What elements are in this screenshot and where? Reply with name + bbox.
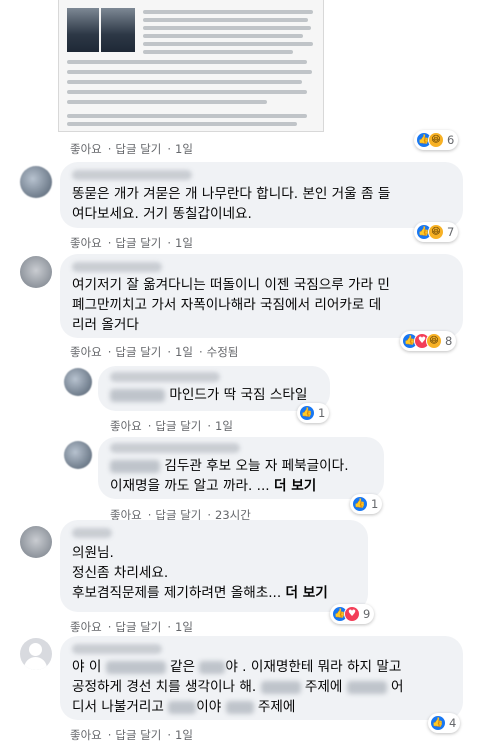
see-more-link[interactable]: 더 보기	[274, 478, 316, 494]
tagged-name-redacted[interactable]	[110, 388, 165, 402]
comment-actions: 좋아요 · 답글 달기 · 1일	[70, 620, 193, 634]
author-name-redacted[interactable]	[72, 262, 162, 272]
redacted-word	[168, 700, 197, 714]
edited-label[interactable]: 수정됨	[207, 345, 239, 359]
haha-reaction-icon: 😆	[426, 333, 442, 349]
shared-post-image[interactable]	[58, 0, 324, 132]
author-name-redacted[interactable]	[110, 443, 240, 453]
comment-bubble: 야 이 같은 야 . 이재명한테 뭐라 하지 말고 공정하게 경선 치를 생각이…	[60, 636, 463, 720]
reply-link[interactable]: 답글 달기	[115, 728, 161, 741]
haha-reaction-icon: 😆	[428, 132, 444, 148]
comment-actions: 좋아요 · 답글 달기 · 1일 · 수정됨	[70, 345, 239, 359]
comment-actions: 좋아요 · 답글 달기 · 1일	[110, 419, 233, 433]
reaction-summary[interactable]: 👍 ♥ 9	[330, 604, 375, 624]
author-name-redacted[interactable]	[72, 170, 192, 180]
like-reaction-icon: 👍	[299, 405, 315, 421]
reply-link[interactable]: 답글 달기	[155, 419, 201, 433]
timestamp[interactable]: 1일	[175, 236, 193, 250]
author-name-redacted[interactable]	[110, 372, 220, 382]
avatar[interactable]	[64, 368, 92, 396]
like-link[interactable]: 좋아요	[70, 142, 102, 156]
default-avatar-body-icon	[24, 657, 47, 670]
reaction-summary[interactable]: 👍 😆 6	[414, 130, 459, 150]
love-reaction-icon: ♥	[344, 606, 360, 622]
like-link[interactable]: 좋아요	[70, 236, 102, 250]
timestamp[interactable]: 1일	[215, 419, 233, 433]
like-link[interactable]: 좋아요	[70, 728, 102, 741]
comment-text: 김두관 후보 오늘 자 페북글이다. 이재명을 까도 알고 까라. ... 더 …	[110, 458, 349, 494]
see-more-link[interactable]: 더 보기	[286, 585, 328, 601]
candidate-photo-right	[101, 8, 135, 52]
avatar[interactable]	[20, 638, 52, 670]
avatar[interactable]	[20, 526, 52, 558]
reply-link[interactable]: 답글 달기	[115, 620, 161, 634]
comment-actions: 좋아요 · 답글 달기 · 1일	[70, 236, 193, 250]
like-link[interactable]: 좋아요	[70, 345, 102, 359]
comment-text: 똥묻은 개가 겨묻은 개 나무란다 합니다. 본인 거울 좀 들 여다보세요. …	[72, 186, 391, 222]
reply-link[interactable]: 답글 달기	[115, 142, 161, 156]
author-name-redacted[interactable]	[72, 644, 162, 654]
reaction-summary[interactable]: 👍 1	[350, 494, 383, 514]
like-reaction-icon: 👍	[352, 496, 368, 512]
default-avatar-head-icon	[29, 643, 42, 656]
like-reaction-icon: 👍	[430, 715, 446, 731]
reply-bubble: 김두관 후보 오늘 자 페북글이다. 이재명을 까도 알고 까라. ... 더 …	[98, 437, 384, 499]
like-link[interactable]: 좋아요	[110, 419, 142, 433]
redacted-word	[260, 680, 301, 694]
haha-reaction-icon: 😆	[428, 224, 444, 240]
redacted-word	[199, 660, 226, 674]
reply-bubble: 마인드가 딱 국짐 스타일	[98, 366, 330, 411]
comment-bubble: 여기저기 잘 옮겨다니는 떠돌이니 이젠 국짐으루 가라 민 폐그만끼치고 가서…	[60, 254, 463, 338]
comment-actions: 좋아요 · 답글 달기 · 1일	[70, 142, 193, 156]
like-link[interactable]: 좋아요	[70, 620, 102, 634]
comment-bubble: 의원님. 정신좀 차리세요. 후보겸직문제를 제기하려면 올해초... 더 보기	[60, 520, 368, 612]
comment-bubble: 똥묻은 개가 겨묻은 개 나무란다 합니다. 본인 거울 좀 들 여다보세요. …	[60, 162, 463, 228]
comment-text: 야 이 같은 야 . 이재명한테 뭐라 하지 말고 공정하게 경선 치를 생각이…	[72, 659, 404, 715]
comment-text: 의원님. 정신좀 차리세요. 후보겸직문제를 제기하려면 올해초... 더 보기	[72, 545, 328, 601]
tagged-name-redacted[interactable]	[110, 459, 160, 473]
comment-text: 여기저기 잘 옮겨다니는 떠돌이니 이젠 국짐으루 가라 민 폐그만끼치고 가서…	[72, 277, 390, 333]
redacted-word	[346, 680, 387, 694]
timestamp[interactable]: 1일	[175, 728, 193, 741]
reaction-summary[interactable]: 👍 ♥ 😆 8	[400, 331, 457, 351]
author-name-redacted[interactable]	[72, 528, 112, 538]
timestamp[interactable]: 1일	[175, 345, 193, 359]
reaction-summary[interactable]: 👍 😆 7	[414, 222, 459, 242]
redacted-word	[225, 700, 254, 714]
timestamp[interactable]: 1일	[175, 620, 193, 634]
candidate-photo-left	[67, 8, 99, 52]
comment-actions: 좋아요 · 답글 달기 · 1일	[70, 728, 193, 741]
reply-link[interactable]: 답글 달기	[115, 236, 161, 250]
comment-text: 마인드가 딱 국짐 스타일	[110, 385, 318, 405]
redacted-word	[105, 660, 166, 674]
reaction-summary[interactable]: 👍 4	[428, 713, 461, 733]
reply-link[interactable]: 답글 달기	[115, 345, 161, 359]
timestamp[interactable]: 1일	[175, 142, 193, 156]
avatar[interactable]	[20, 166, 52, 198]
avatar[interactable]	[64, 441, 92, 469]
reaction-summary[interactable]: 👍 1	[297, 403, 330, 423]
avatar[interactable]	[20, 256, 52, 288]
